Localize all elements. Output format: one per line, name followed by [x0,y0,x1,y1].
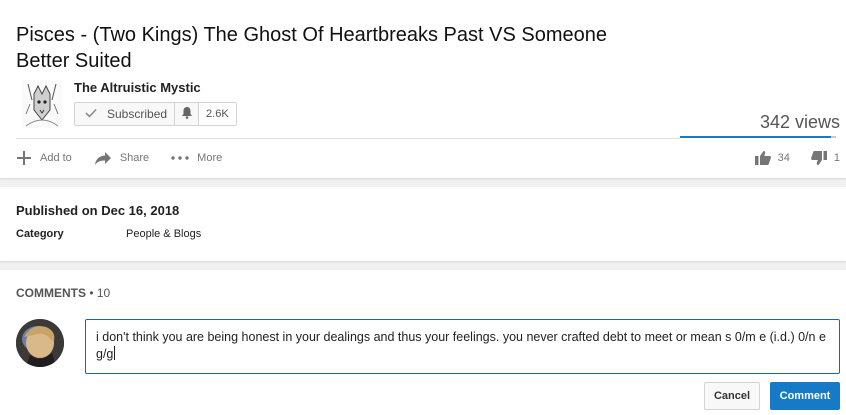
comments-header: COMMENTS • 10 [16,286,110,300]
video-title: Pisces - (Two Kings) The Ghost Of Heartb… [16,24,607,72]
add-to-label: Add to [40,152,72,164]
comments-label: COMMENTS [16,286,86,300]
text-caret [114,346,116,360]
check-icon [81,107,101,121]
subscriber-count: 2.6K [199,103,236,125]
view-count: 342 views [759,112,840,132]
more-button[interactable]: More [171,152,222,164]
share-label: Share [119,152,150,164]
comments-separator: • [86,286,97,300]
comment-draft-text: i don't think you are being honest in yo… [96,330,826,361]
thumbs-up-icon [754,150,772,166]
more-dots-icon [171,156,189,160]
share-arrow-icon [94,151,112,166]
video-meta-card: Published on Dec 16, 2018 Category Peopl… [0,187,846,261]
divider [16,138,680,139]
bell-icon [181,106,193,122]
category-label: Category [16,228,64,240]
publish-date: Published on Dec 16, 2018 [16,203,180,218]
dislike-count: 1 [833,152,840,164]
share-button[interactable]: Share [94,151,149,166]
thumbs-down-icon [810,150,828,166]
like-button[interactable]: 34 [754,150,790,166]
add-to-button[interactable]: Add to [16,150,72,166]
avatar [16,319,64,367]
comment-submit-button[interactable]: Comment [770,382,840,410]
like-count: 34 [777,152,790,164]
category-value[interactable]: People & Blogs [126,228,201,240]
comments-count: 10 [96,286,111,300]
subscribe-group: Subscribed 2.6K [74,102,237,126]
comment-input[interactable]: i don't think you are being honest in yo… [85,319,840,374]
subscribe-label: Subscribed [107,107,168,121]
channel-name-link[interactable]: The Altruistic Mystic [74,80,201,95]
channel-thumbnail[interactable] [22,80,62,128]
like-dislike-bar [680,136,836,138]
notification-bell-button[interactable] [175,103,200,125]
like-dislike-group: 34 1 [754,150,840,166]
comments-card: COMMENTS • 10 i don't think you are bein… [0,270,846,415]
channel-logo-image [22,80,62,128]
more-label: More [197,152,223,164]
subscribe-button[interactable]: Subscribed [75,103,176,125]
plus-icon [16,150,32,166]
video-info-card: Pisces - (Two Kings) The Ghost Of Heartb… [0,0,846,178]
user-avatar-image [16,319,64,367]
video-actions: Add to Share More [16,150,244,166]
cancel-button[interactable]: Cancel [704,382,760,410]
like-ratio-fill [680,136,832,138]
dislike-button[interactable]: 1 [810,150,840,166]
